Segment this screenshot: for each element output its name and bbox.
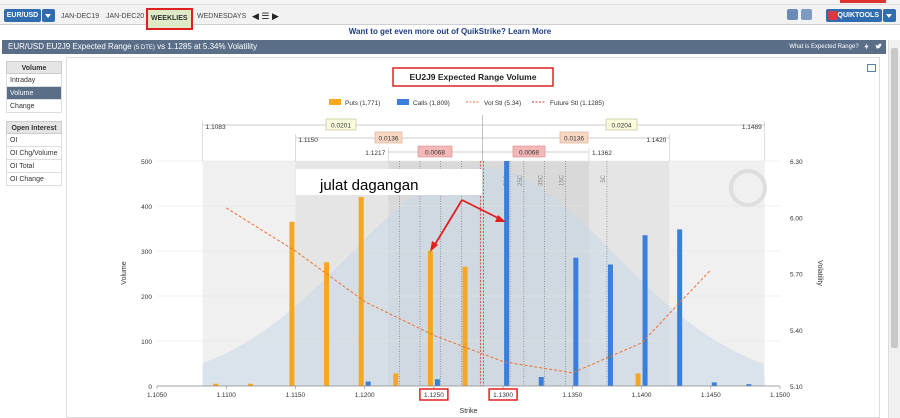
- chart-panel: [66, 57, 880, 418]
- sidebar-item-volume[interactable]: Volume: [6, 87, 62, 100]
- vertical-scrollbar[interactable]: [888, 40, 900, 418]
- sidebar-item-oi-total[interactable]: OI Total: [6, 160, 62, 173]
- help-link[interactable]: What is Expected Range?: [789, 44, 858, 50]
- tab-scroll-icon[interactable]: ◀ ☰ ▶: [252, 11, 279, 22]
- pair-dropdown-chevron-icon[interactable]: [42, 9, 55, 22]
- title-bar: EUR/USD EU2J9 Expected Range (5 DTE) vs …: [2, 40, 886, 54]
- share-icon[interactable]: [801, 9, 812, 20]
- toolbar: EUR/USD JAN-DEC19 JAN-DEC20 WEEKLIES WED…: [0, 5, 900, 30]
- dte-label: (5 DTE): [133, 45, 155, 51]
- bolt-icon[interactable]: [863, 42, 870, 50]
- sidebar-item-oi-change[interactable]: OI Change: [6, 173, 62, 186]
- sidebar-group-volume: Volume: [6, 61, 62, 74]
- sidebar-item-oi[interactable]: OI: [6, 134, 62, 147]
- sidebar-item-intraday[interactable]: Intraday: [6, 74, 62, 87]
- expand-icon[interactable]: [867, 64, 876, 72]
- top-strip-accent: [840, 0, 886, 3]
- sidebar-item-oi-chg-volume[interactable]: OI Chg/Volume: [6, 147, 62, 160]
- tab-jan-dec19[interactable]: JAN-DEC19: [58, 10, 102, 24]
- page-title: EUR/USD EU2J9 Expected Range: [8, 42, 132, 51]
- grid-icon[interactable]: [787, 9, 798, 20]
- pair-select-button[interactable]: EUR/USD: [4, 9, 41, 22]
- help-area: What is Expected Range?: [789, 40, 882, 54]
- tab-wednesdays[interactable]: WEDNESDAYS: [194, 10, 249, 24]
- quiktools-icon: [828, 11, 837, 20]
- quiktools-label: QUIKTOOLS: [837, 12, 879, 19]
- sidebar-item-change[interactable]: Change: [6, 100, 62, 113]
- quiktools-dropdown-chevron-icon[interactable]: [883, 9, 896, 22]
- quiktools-button[interactable]: QUIKTOOLS: [826, 9, 882, 22]
- twitter-icon[interactable]: [875, 43, 882, 50]
- sidebar-group-open-interest: Open Interest: [6, 121, 62, 134]
- promo-banner[interactable]: Want to get even more out of QuikStrike?…: [0, 25, 900, 38]
- tab-jan-dec20[interactable]: JAN-DEC20: [103, 10, 147, 24]
- scrollbar-thumb[interactable]: [891, 48, 898, 348]
- page-subtitle: vs 1.1285 at 5.34% Volatility: [157, 42, 258, 51]
- sidebar: Volume Intraday Volume Change Open Inter…: [6, 57, 62, 186]
